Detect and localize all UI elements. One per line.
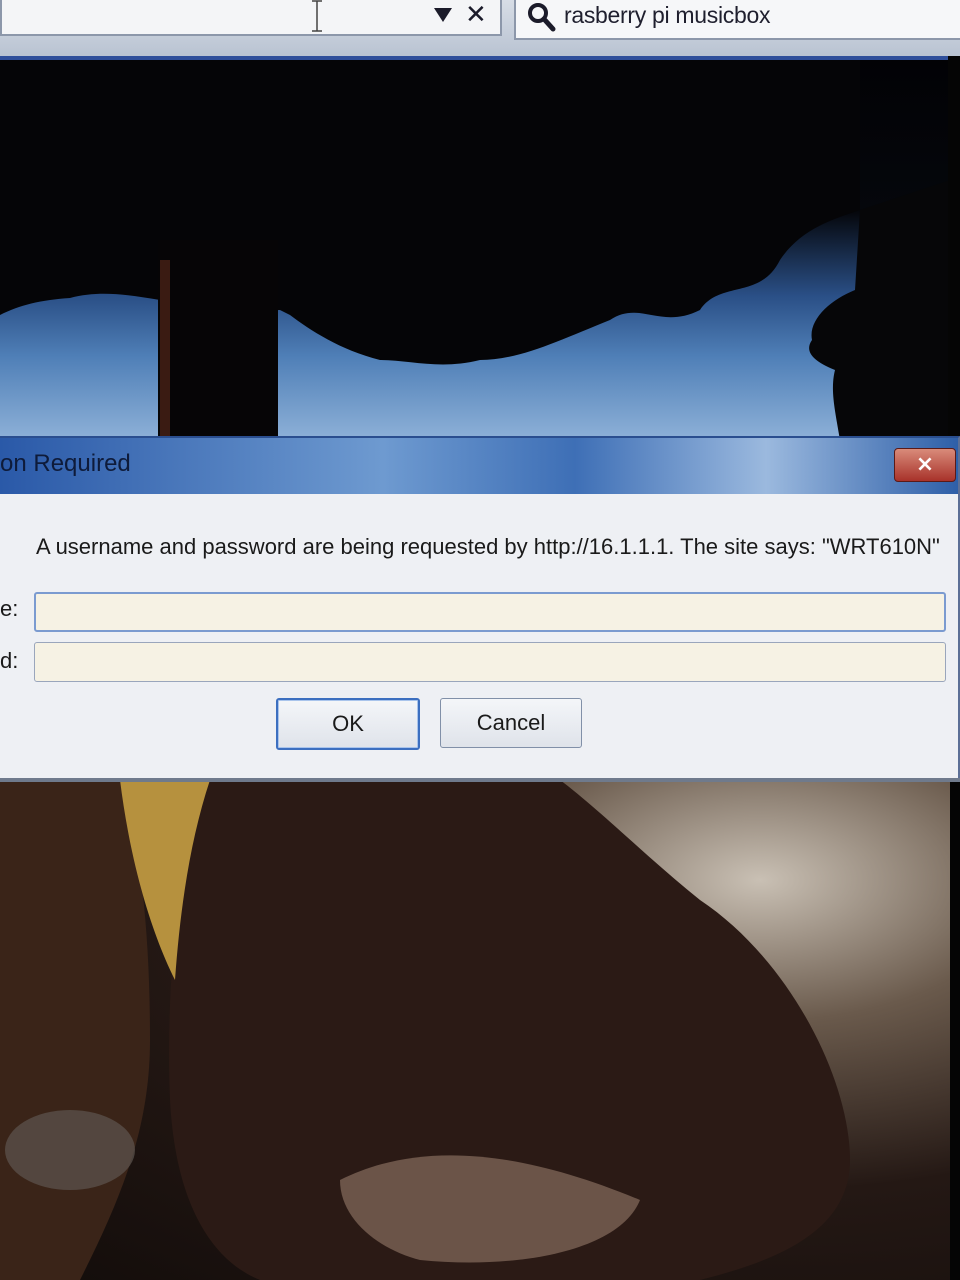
auth-message: A username and password are being reques…: [36, 534, 940, 559]
username-label: e:: [0, 596, 19, 621]
password-field[interactable]: [34, 642, 946, 682]
chevron-down-icon[interactable]: [434, 8, 452, 22]
close-icon: ×: [915, 452, 935, 477]
auth-dialog: on Required × A username and password ar…: [0, 436, 960, 778]
search-query-text: rasberry pi musicbox: [564, 2, 771, 28]
password-label: d:: [0, 648, 19, 673]
search-icon[interactable]: [526, 2, 556, 32]
cancel-button[interactable]: Cancel: [440, 698, 582, 748]
username-field[interactable]: [34, 592, 946, 632]
search-box[interactable]: rasberry pi musicbox: [514, 0, 960, 40]
close-button[interactable]: ×: [894, 448, 956, 482]
dialog-title: on Required: [0, 450, 131, 477]
background-photo-top: [0, 60, 950, 440]
dialog-titlebar[interactable]: on Required ×: [0, 438, 958, 494]
address-bar[interactable]: ✕: [0, 0, 502, 36]
close-icon[interactable]: ✕: [465, 0, 487, 30]
ok-button[interactable]: OK: [276, 698, 420, 750]
background-photo-bottom: [0, 780, 950, 1280]
browser-toolbar: ✕ rasberry pi musicbox: [0, 0, 960, 60]
text-cursor-icon: [312, 0, 322, 32]
